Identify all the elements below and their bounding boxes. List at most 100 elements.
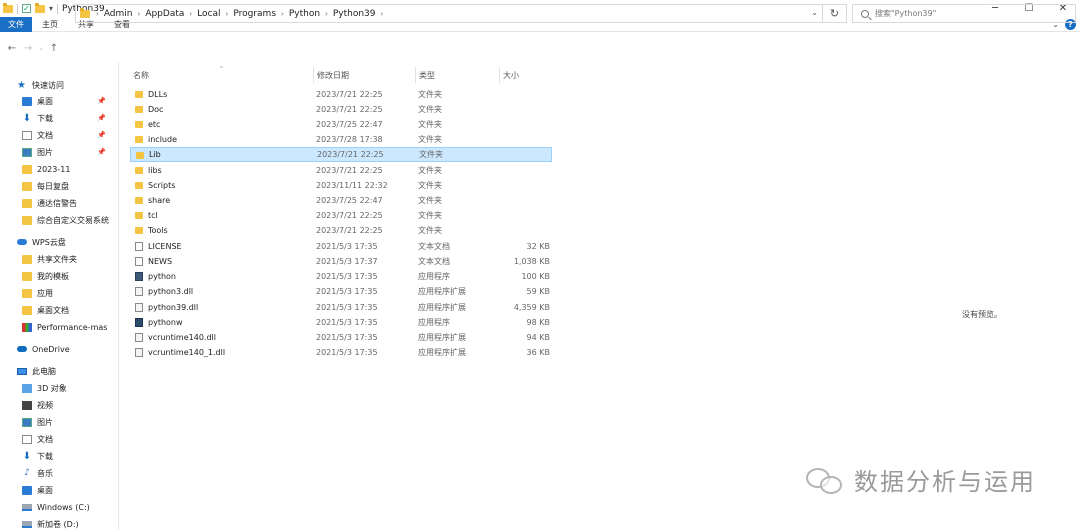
file-row[interactable]: etc 2023/7/25 22:47 文件夹 <box>130 117 552 132</box>
file-row[interactable]: tcl 2023/7/21 22:25 文件夹 <box>130 208 552 223</box>
sidebar-item-pc-documents[interactable]: 文档 <box>22 431 118 447</box>
dll-file-icon <box>135 348 143 357</box>
file-row[interactable]: include 2023/7/28 17:38 文件夹 <box>130 132 552 147</box>
breadcrumb-separator-icon[interactable]: › <box>189 10 192 18</box>
search-box[interactable]: 搜索"Python39" <box>852 4 1076 23</box>
sidebar-item-downloads[interactable]: ⬇ 下载 📌 <box>22 110 118 126</box>
customize-toolbar-icon[interactable]: ▾ <box>49 4 53 13</box>
3d-objects-icon <box>22 383 32 393</box>
file-row[interactable]: python 2021/5/3 17:35 应用程序 100 KB <box>130 269 552 284</box>
sidebar-item-my-templates[interactable]: 我的模板 <box>22 268 118 284</box>
sidebar-item-drive-d[interactable]: 新加卷 (D:) <box>22 516 118 530</box>
breadcrumb-separator-icon[interactable]: › <box>138 10 141 18</box>
folder-icon <box>22 288 32 298</box>
navigation-pane: ★ 快速访问 桌面 📌 ⬇ 下载 📌 文档 📌 图片 📌 2023-11 每日复盘 通达信警… <box>0 72 118 530</box>
tab-home[interactable]: 主页 <box>32 17 68 32</box>
folder-icon <box>135 91 143 98</box>
file-row-selected[interactable]: Lib 2023/7/21 22:25 文件夹 <box>130 147 552 162</box>
sidebar-item-wps-cloud[interactable]: WPS云盘 <box>17 234 118 250</box>
sort-ascending-icon: ^ <box>219 66 225 73</box>
breadcrumb-separator-icon[interactable]: › <box>325 10 328 18</box>
desktop-icon <box>22 485 32 495</box>
sidebar-item-onedrive[interactable]: OneDrive <box>17 341 118 357</box>
file-row[interactable]: Doc 2023/7/21 22:25 文件夹 <box>130 102 552 117</box>
sidebar-item-performance[interactable]: Performance-mas <box>22 319 118 335</box>
sidebar-item-pc-pictures[interactable]: 图片 <box>22 414 118 430</box>
sidebar-item-pc-downloads[interactable]: ⬇ 下载 <box>22 448 118 464</box>
sidebar-item-tdx-warning[interactable]: 通达信警告 <box>22 195 118 211</box>
breadcrumb-local[interactable]: Local <box>197 9 220 19</box>
sidebar-item-quick-access[interactable]: ★ 快速访问 <box>17 77 118 93</box>
tab-file[interactable]: 文件 <box>0 16 32 32</box>
dll-file-icon <box>135 287 143 296</box>
column-header-name[interactable]: 名称 ^ <box>133 66 313 83</box>
sidebar-item-drive-c[interactable]: Windows (C:) <box>22 499 118 515</box>
column-header-type[interactable]: 类型 <box>415 67 499 83</box>
file-row[interactable]: Tools 2023/7/21 22:25 文件夹 <box>130 223 552 238</box>
file-row[interactable]: vcruntime140.dll 2021/5/3 17:35 应用程序扩展 94 K… <box>130 330 552 345</box>
pin-icon: 📌 <box>97 114 106 122</box>
recent-locations-icon[interactable]: ⌄ <box>36 44 46 52</box>
sidebar-item-this-pc[interactable]: 此电脑 <box>17 363 118 379</box>
properties-icon[interactable]: ✓ <box>22 4 31 13</box>
breadcrumb-separator-icon[interactable]: › <box>281 10 284 18</box>
sidebar-item-trading-system[interactable]: 综合自定义交易系统 <box>22 212 118 228</box>
cloud-icon <box>17 239 27 245</box>
file-row[interactable]: NEWS 2021/5/3 17:37 文本文档 1,038 KB <box>130 254 552 269</box>
breadcrumb-separator-icon[interactable]: › <box>96 10 99 18</box>
folder-icon <box>135 106 143 113</box>
video-icon <box>22 400 32 410</box>
file-row[interactable]: vcruntime140_1.dll 2021/5/3 17:35 应用程序扩展 36… <box>130 345 552 360</box>
file-row[interactable]: LICENSE 2021/5/3 17:35 文本文档 32 KB <box>130 239 552 254</box>
column-header-size[interactable]: 大小 <box>499 67 553 83</box>
breadcrumb-separator-icon[interactable]: › <box>226 10 229 18</box>
sidebar-item-desktop-docs[interactable]: 桌面文档 <box>22 302 118 318</box>
pin-icon: 📌 <box>97 131 106 139</box>
file-row[interactable]: libs 2023/7/21 22:25 文件夹 <box>130 163 552 178</box>
search-placeholder: 搜索"Python39" <box>875 9 937 18</box>
folder-icon <box>135 197 143 204</box>
pane-divider[interactable] <box>118 62 119 530</box>
file-row[interactable]: DLLs 2023/7/21 22:25 文件夹 <box>130 87 552 102</box>
file-row[interactable]: share 2023/7/25 22:47 文件夹 <box>130 193 552 208</box>
sidebar-item-daily-review[interactable]: 每日复盘 <box>22 178 118 194</box>
document-icon <box>22 434 32 444</box>
sidebar-item-3d-objects[interactable]: 3D 对象 <box>22 380 118 396</box>
file-row[interactable]: pythonw 2021/5/3 17:35 应用程序 98 KB <box>130 315 552 330</box>
column-header-date[interactable]: 修改日期 <box>313 67 415 83</box>
address-bar[interactable]: › Admin › AppData › Local › Programs › P… <box>75 4 823 23</box>
file-row[interactable]: python3.dll 2021/5/3 17:35 应用程序扩展 59 KB <box>130 284 552 299</box>
sidebar-item-2023-11[interactable]: 2023-11 <box>22 161 118 177</box>
back-arrow-icon[interactable]: ← <box>4 43 20 54</box>
pictures-icon <box>22 417 32 427</box>
onedrive-icon <box>17 346 27 352</box>
refresh-icon[interactable]: ↻ <box>823 4 847 23</box>
sidebar-item-pictures[interactable]: 图片 📌 <box>22 144 118 160</box>
new-folder-icon[interactable] <box>35 2 45 13</box>
breadcrumb-python39[interactable]: Python39 <box>333 9 376 19</box>
sidebar-item-music[interactable]: ♪ 音乐 <box>22 465 118 481</box>
breadcrumb-python[interactable]: Python <box>289 9 320 19</box>
breadcrumb-admin[interactable]: Admin <box>104 9 133 19</box>
application-icon <box>135 272 143 281</box>
download-icon: ⬇ <box>22 450 32 462</box>
breadcrumb-programs[interactable]: Programs <box>233 9 276 19</box>
sidebar-item-videos[interactable]: 视频 <box>22 397 118 413</box>
sidebar-item-apps[interactable]: 应用 <box>22 285 118 301</box>
file-row[interactable]: python39.dll 2021/5/3 17:35 应用程序扩展 4,359 KB <box>130 300 552 315</box>
sidebar-item-pc-desktop[interactable]: 桌面 <box>22 482 118 498</box>
sidebar-item-documents[interactable]: 文档 📌 <box>22 127 118 143</box>
file-row[interactable]: Scripts 2023/11/11 22:32 文件夹 <box>130 178 552 193</box>
performance-icon <box>22 322 32 332</box>
folder-icon <box>135 212 143 219</box>
sidebar-item-desktop[interactable]: 桌面 📌 <box>22 93 118 109</box>
folder-icon <box>22 181 32 191</box>
up-arrow-icon[interactable]: ↑ <box>46 43 62 54</box>
breadcrumb-separator-icon[interactable]: › <box>381 10 384 18</box>
sidebar-item-shared-folder[interactable]: 共享文件夹 <box>22 251 118 267</box>
forward-arrow-icon[interactable]: → <box>20 43 36 54</box>
breadcrumb-appdata[interactable]: AppData <box>145 9 184 19</box>
folder-icon <box>135 167 143 174</box>
address-dropdown-icon[interactable]: ⌄ <box>811 8 818 17</box>
text-file-icon <box>135 257 143 266</box>
